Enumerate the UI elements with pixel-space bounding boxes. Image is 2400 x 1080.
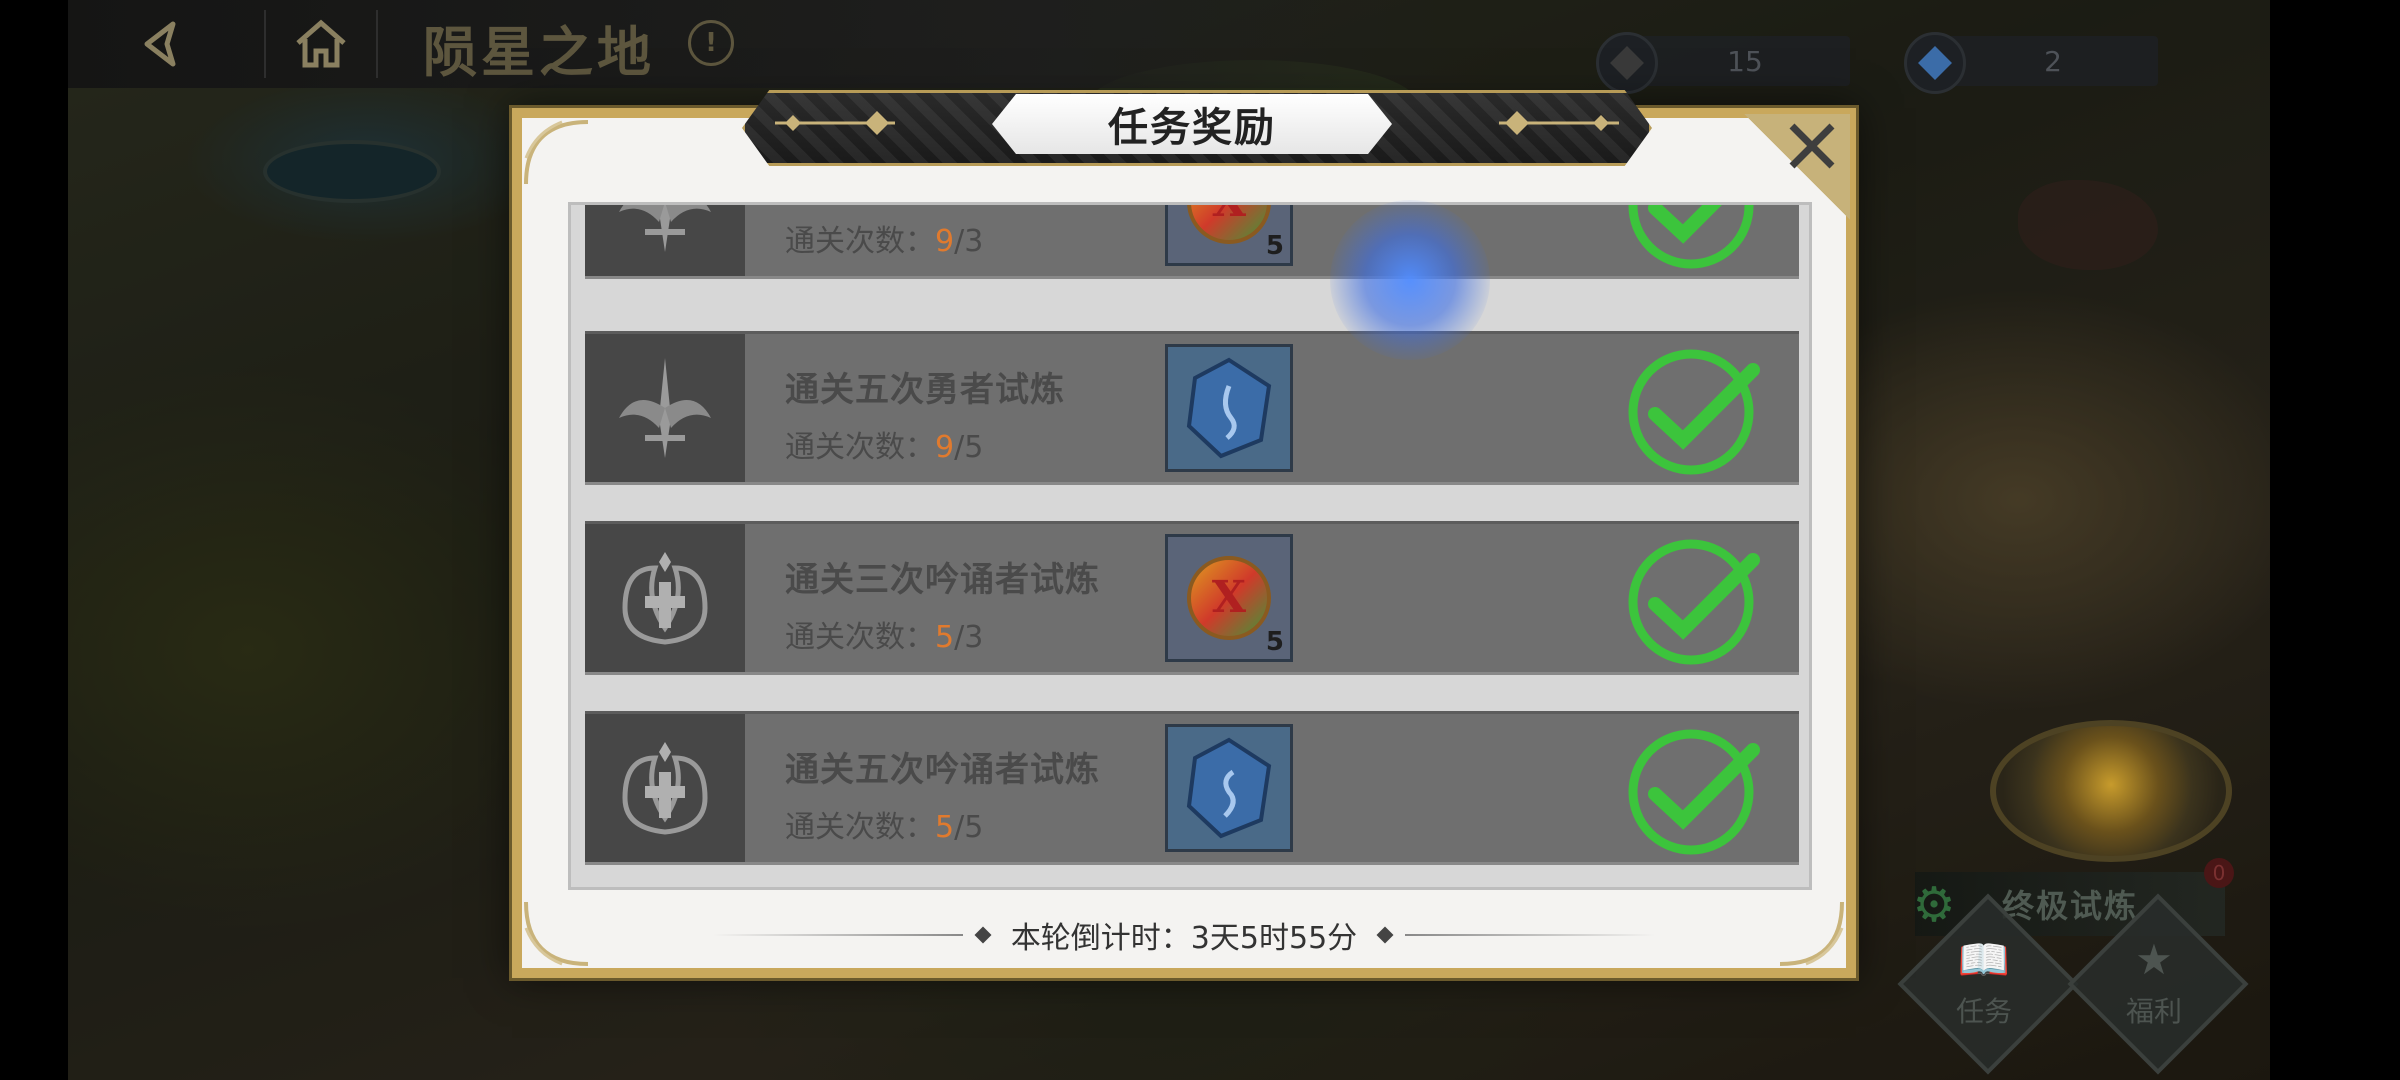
- completed-check-icon: [1628, 539, 1760, 665]
- dialog-title: 任务奖励: [992, 94, 1392, 154]
- header-ornament-icon: [775, 111, 895, 135]
- reward-item[interactable]: X 5: [1165, 534, 1293, 662]
- completed-check-icon: [1628, 205, 1754, 269]
- task-list[interactable]: 通关次数：9/3 X 5: [568, 202, 1812, 890]
- task-name: 通关五次吟诵者试炼: [785, 750, 1100, 790]
- blue-rune-crystal-icon: [1186, 357, 1272, 459]
- reward-item[interactable]: [1165, 344, 1293, 472]
- rainbow-x-coin-icon: X: [1187, 202, 1271, 244]
- task-progress: 通关次数：9/5: [785, 430, 984, 465]
- progress-current: 5: [935, 620, 955, 655]
- task-name: 通关五次勇者试炼: [785, 370, 1065, 410]
- task-progress: 通关次数：5/5: [785, 810, 984, 845]
- winged-sword-emblem-icon: [585, 334, 745, 482]
- progress-total: /3: [954, 224, 984, 259]
- task-progress: 通关次数：9/3: [785, 224, 984, 259]
- corner-ornament-icon: [522, 118, 592, 188]
- countdown-text: 本轮倒计时：3天5时55分: [1010, 921, 1358, 956]
- progress-total: /3: [954, 620, 984, 655]
- progress-current: 5: [935, 810, 955, 845]
- task-row: 通关次数：9/3 X 5: [585, 202, 1799, 279]
- completed-check-icon: [1628, 349, 1760, 475]
- svg-text:X: X: [1212, 202, 1247, 227]
- round-countdown: 本轮倒计时：3天5时55分: [522, 910, 1846, 960]
- task-row: 通关五次吟诵者试炼 通关次数：5/5: [585, 711, 1799, 865]
- progress-total: /5: [954, 810, 984, 845]
- task-row: 通关五次勇者试炼 通关次数：9/5: [585, 331, 1799, 485]
- reward-item[interactable]: [1165, 724, 1293, 852]
- svg-text:X: X: [1212, 572, 1247, 623]
- winged-sword-emblem-icon: [585, 205, 745, 276]
- diamond-ornament-icon: [974, 926, 992, 944]
- reward-item[interactable]: X 5: [1165, 202, 1293, 266]
- task-name: 通关三次吟诵者试炼: [785, 560, 1100, 600]
- cross-flower-emblem-icon: [585, 524, 745, 672]
- cross-flower-emblem-icon: [585, 714, 745, 862]
- task-progress: 通关次数：5/3: [785, 620, 984, 655]
- completed-check-icon: [1628, 729, 1760, 855]
- progress-total: /5: [954, 430, 984, 465]
- reward-quantity: 5: [1265, 231, 1284, 261]
- rainbow-x-coin-icon: X: [1187, 556, 1271, 640]
- blue-rune-crystal-icon: [1186, 737, 1272, 839]
- task-row: 通关三次吟诵者试炼 通关次数：5/3 X 5: [585, 521, 1799, 675]
- diamond-ornament-icon: [1376, 926, 1394, 944]
- header-ornament-icon: [1499, 111, 1619, 135]
- task-reward-dialog: 任务奖励 通关次数：9/3 X: [512, 90, 1856, 978]
- reward-quantity: 5: [1265, 627, 1284, 657]
- progress-current: 9: [935, 430, 955, 465]
- progress-current: 9: [935, 224, 955, 259]
